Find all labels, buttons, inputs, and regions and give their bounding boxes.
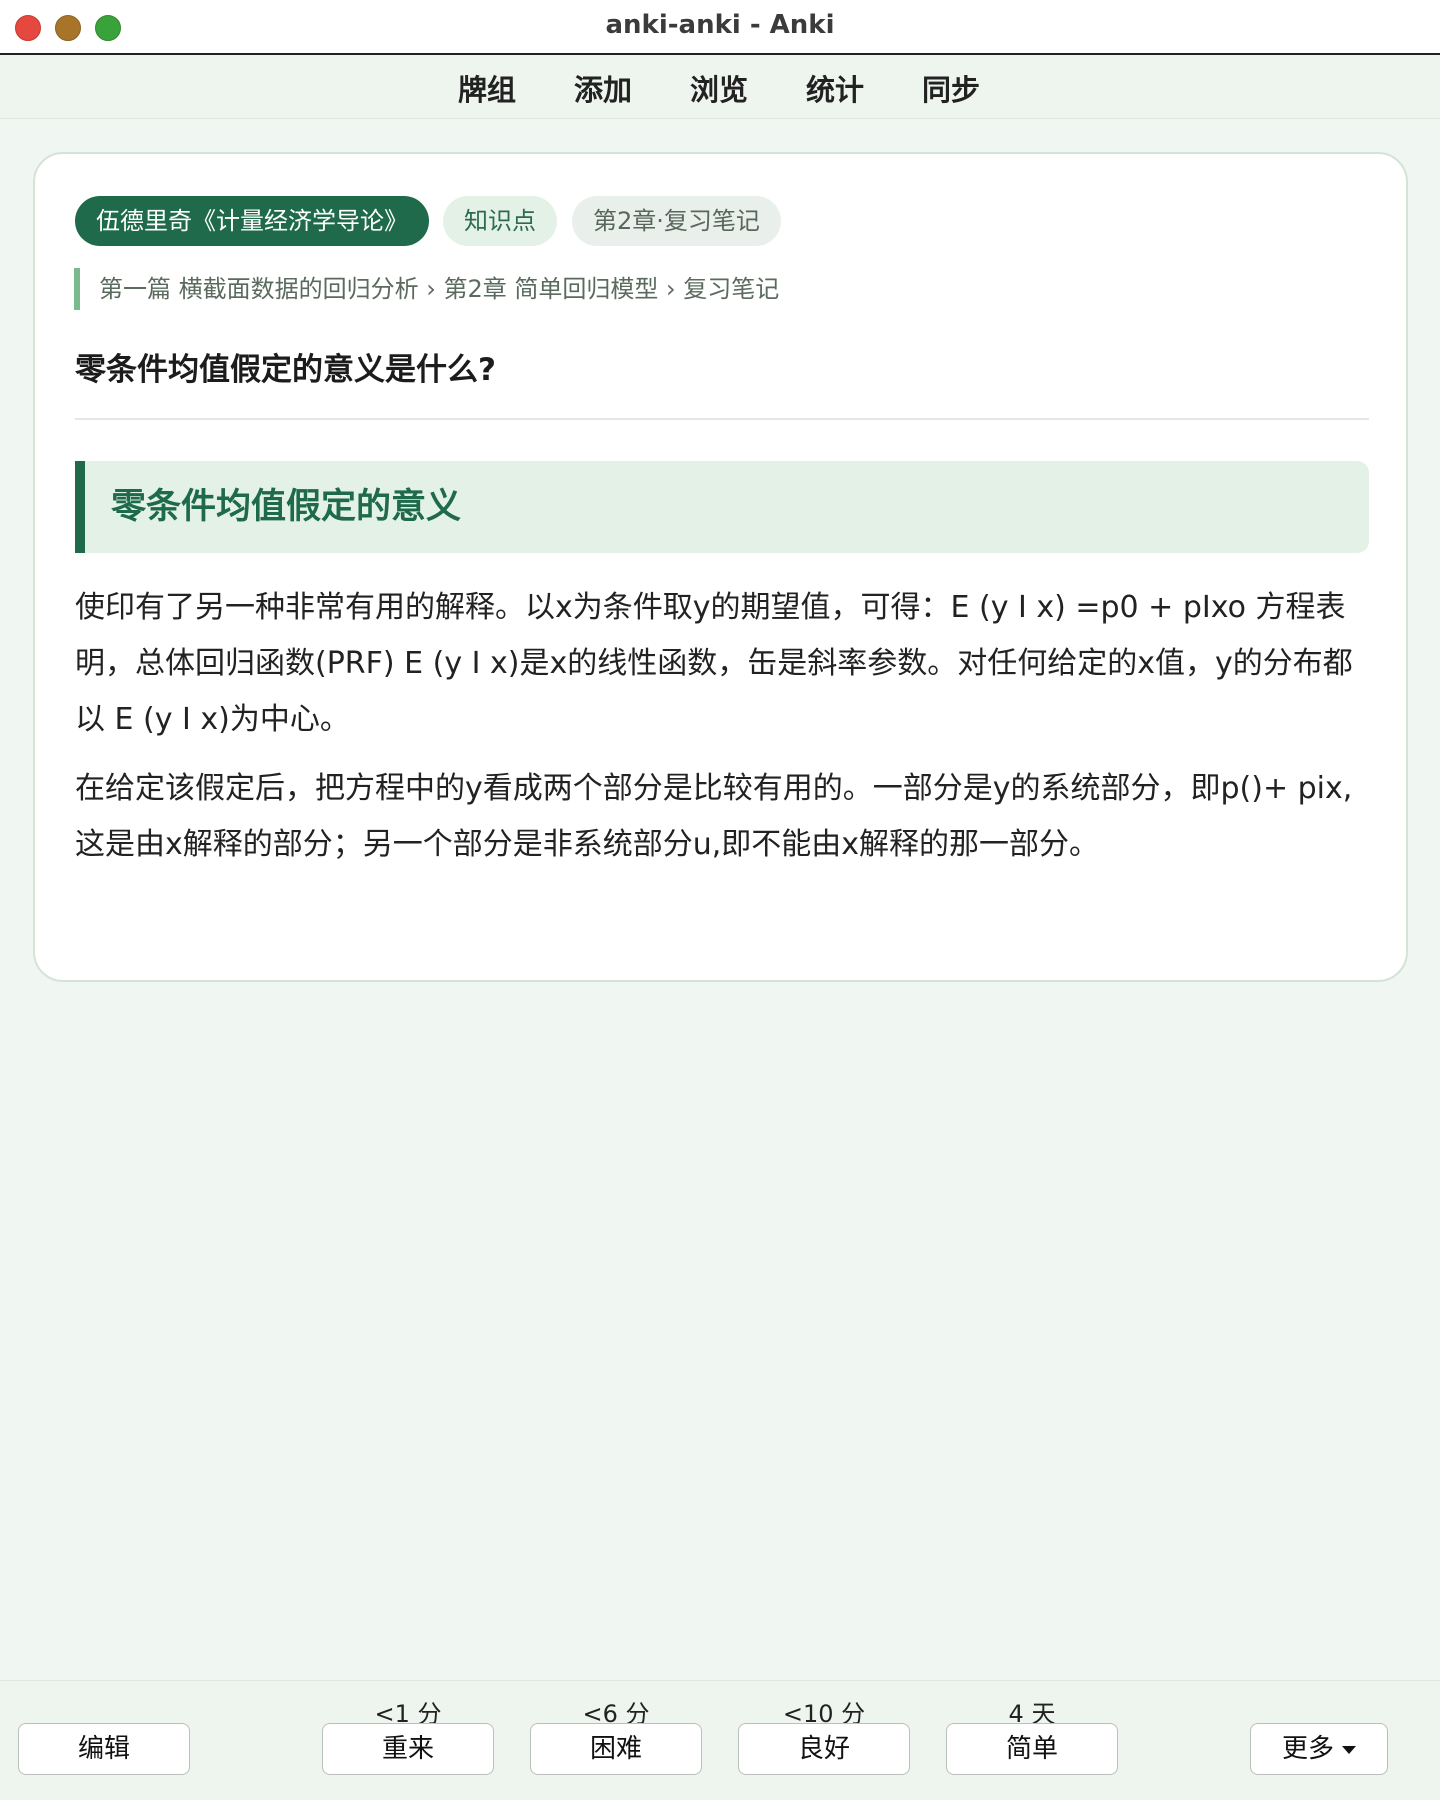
question-answer-divider xyxy=(75,418,1369,420)
toolbar-add[interactable]: 添加 xyxy=(574,67,632,109)
more-button-label: 更多 xyxy=(1281,1734,1334,1764)
again-button[interactable]: 重来 xyxy=(322,1723,494,1775)
more-button[interactable]: 更多 xyxy=(1250,1723,1388,1775)
breadcrumb: 第一篇 横截面数据的回归分析 › 第2章 简单回归模型 › 复习笔记 xyxy=(74,268,779,310)
toolbar-sync[interactable]: 同步 xyxy=(922,67,980,109)
answer-section-title: 零条件均值假定的意义 xyxy=(75,461,1369,553)
card-question: 零条件均值假定的意义是什么? xyxy=(75,352,496,388)
main-toolbar: 牌组 添加 浏览 统计 同步 xyxy=(0,55,1440,119)
tag-knowledge-point: 知识点 xyxy=(443,196,557,246)
tag-chapter: 第2章·复习笔记 xyxy=(572,196,781,246)
caret-down-icon xyxy=(1342,1745,1356,1754)
toolbar-decks[interactable]: 牌组 xyxy=(458,67,516,109)
hard-button[interactable]: 困难 xyxy=(530,1723,702,1775)
edit-button[interactable]: 编辑 xyxy=(18,1723,190,1775)
tag-book: 伍德里奇《计量经济学导论》 xyxy=(75,196,429,246)
review-card: 伍德里奇《计量经济学导论》 知识点 第2章·复习笔记 第一篇 横截面数据的回归分… xyxy=(33,152,1408,982)
toolbar-browse[interactable]: 浏览 xyxy=(690,67,748,109)
good-button[interactable]: 良好 xyxy=(738,1723,910,1775)
easy-button[interactable]: 简单 xyxy=(946,1723,1118,1775)
toolbar-stats[interactable]: 统计 xyxy=(806,67,864,109)
answer-paragraph-1: 使印有了另一种非常有用的解释。以x为条件取y的期望值，可得：E (y I x) … xyxy=(75,590,1353,737)
answer-paragraph-2: 在给定该假定后，把方程中的y看成两个部分是比较有用的。一部分是y的系统部分，即p… xyxy=(75,771,1353,862)
window-title: anki-anki - Anki xyxy=(605,10,835,40)
title-bar: anki-anki - Anki xyxy=(0,0,1440,55)
answer-bar: 编辑 <1 分 重来 <6 分 困难 <10 分 良好 4 天 简单 更多 xyxy=(0,1680,1440,1800)
